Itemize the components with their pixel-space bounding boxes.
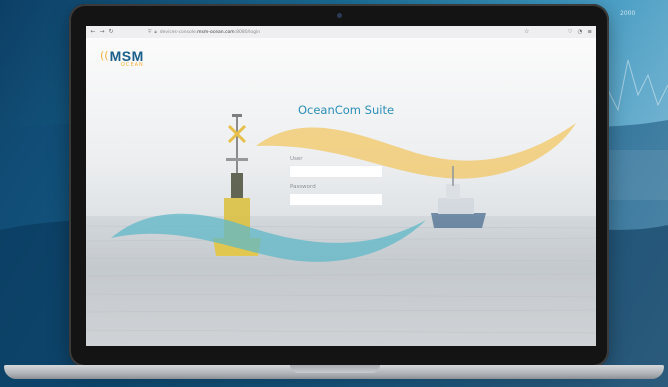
password-label: Password — [290, 184, 316, 190]
menu-icon[interactable]: ≡ — [587, 28, 592, 36]
address-bar[interactable]: ⛨ 🔒︎ devices-console.msm-ocean.com:8080/… — [148, 28, 528, 36]
teal-wave — [111, 213, 426, 262]
screen: ← → ↻ ⛨ 🔒︎ devices-console.msm-ocean.com… — [86, 26, 596, 346]
logo-sub-text: OCEAN — [121, 62, 144, 68]
background-chart-label: 2000 — [620, 10, 636, 17]
shield-icon[interactable]: ♡ — [568, 28, 573, 36]
page-title: OceanCom Suite — [297, 103, 395, 117]
user-field[interactable] — [290, 166, 382, 177]
lock-icon: 🔒︎ — [154, 30, 157, 35]
bookmark-star-icon[interactable]: ☆ — [524, 28, 529, 36]
camera-icon — [337, 13, 342, 18]
signal-icon: (( — [100, 49, 109, 62]
login-page: (( MSM OCEAN OceanCom Suite User Passwor… — [86, 38, 596, 346]
account-icon[interactable]: ◔ — [578, 28, 583, 36]
url-text: devices-console.msm-ocean.com:8080/login — [159, 29, 261, 35]
ocean-scene — [111, 114, 576, 262]
shield-icon: ⛨ — [148, 30, 152, 35]
logo-main-text: MSM — [109, 48, 144, 64]
back-icon[interactable]: ← — [90, 29, 96, 35]
laptop-notch — [290, 365, 380, 373]
brand-logo: (( MSM OCEAN — [100, 49, 144, 68]
reload-icon[interactable]: ↻ — [108, 29, 114, 35]
user-label: User — [290, 156, 303, 162]
forward-icon[interactable]: → — [99, 29, 105, 35]
password-field[interactable] — [290, 194, 382, 205]
